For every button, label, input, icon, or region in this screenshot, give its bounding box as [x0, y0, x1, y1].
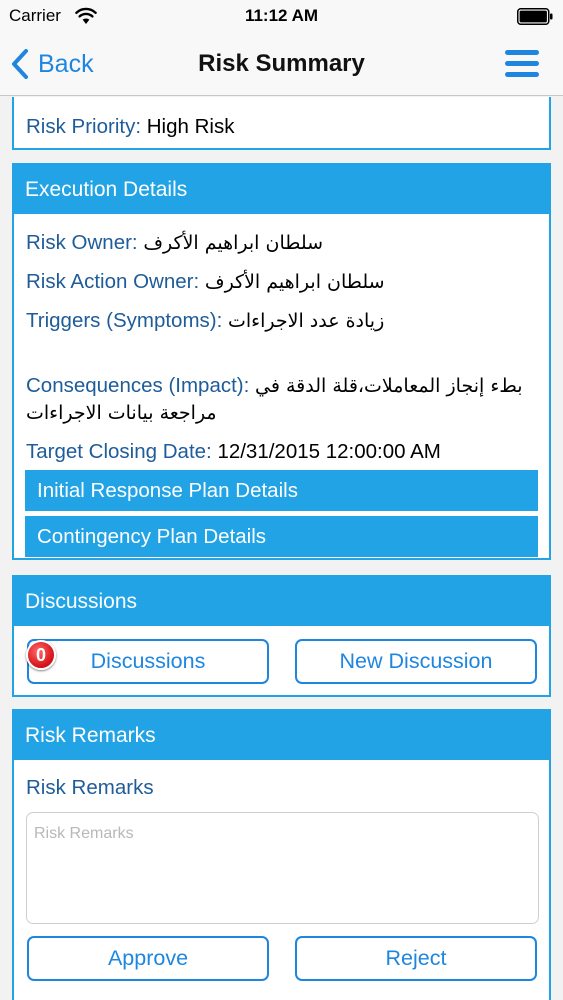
risk-remarks-header: Risk Remarks: [14, 711, 549, 760]
triggers-value: زيادة عدد الاجراءات: [228, 310, 385, 332]
triggers-label: Triggers (Symptoms):: [26, 309, 223, 332]
consequences-value-line2: مراجعة بيانات الاجراءات: [26, 402, 217, 424]
target-closing-date-value: 12/31/2015 12:00:00 AM: [217, 440, 441, 463]
risk-owner-label: Risk Owner:: [26, 231, 138, 254]
risk-info-card: Risk Priority: High Risk: [12, 97, 551, 150]
status-time: 11:12 AM: [244, 6, 319, 25]
target-closing-date-field: Target Closing Date: 12/31/2015 12:00:00…: [26, 440, 441, 464]
discussions-card: Discussions Discussions New Discussion: [12, 575, 551, 697]
consequences-label: Consequences (Impact):: [26, 374, 250, 397]
discussions-header: Discussions: [14, 577, 549, 626]
target-closing-date-label: Target Closing Date:: [26, 440, 212, 463]
hamburger-menu-icon[interactable]: [505, 50, 539, 78]
initial-response-plan-button[interactable]: Initial Response Plan Details: [25, 470, 538, 511]
execution-details-header: Execution Details: [14, 165, 549, 214]
status-bar: Carrier 11:12 AM: [0, 0, 563, 32]
discussions-button[interactable]: Discussions: [27, 639, 269, 684]
new-discussion-button[interactable]: New Discussion: [295, 639, 537, 684]
risk-action-owner-value: سلطان ابراهيم الأكرف: [204, 271, 385, 293]
battery-icon: [517, 8, 553, 25]
consequences-field: Consequences (Impact): بطء إنجاز المعامل…: [26, 374, 523, 398]
approve-button[interactable]: Approve: [27, 936, 269, 981]
risk-remarks-label: Risk Remarks: [26, 776, 154, 799]
risk-priority-field: Risk Priority: High Risk: [26, 115, 234, 139]
risk-priority-label: Risk Priority:: [26, 115, 142, 138]
risk-remarks-input[interactable]: [26, 812, 539, 924]
risk-priority-value: High Risk: [146, 115, 235, 138]
execution-details-card: Execution Details Risk Owner: سلطان ابرا…: [12, 163, 551, 560]
reject-button[interactable]: Reject: [295, 936, 537, 981]
triggers-field: Triggers (Symptoms): زيادة عدد الاجراءات: [26, 309, 384, 333]
consequences-value-line1: بطء إنجاز المعاملات،قلة الدقة في: [255, 375, 523, 397]
page-title: Risk Summary: [198, 50, 365, 77]
risk-owner-value: سلطان ابراهيم الأكرف: [143, 232, 324, 254]
risk-action-owner-label: Risk Action Owner:: [26, 270, 200, 293]
content-scroll-area[interactable]: Risk Priority: High Risk Execution Detai…: [0, 97, 563, 1000]
contingency-plan-button[interactable]: Contingency Plan Details: [25, 516, 538, 557]
navigation-bar: Back Risk Summary: [0, 32, 563, 96]
risk-owner-field: Risk Owner: سلطان ابراهيم الأكرف: [26, 231, 323, 255]
risk-remarks-card: Risk Remarks Risk Remarks Approve Reject: [12, 709, 551, 1000]
discussions-count-badge: 0: [26, 640, 56, 670]
risk-action-owner-field: Risk Action Owner: سلطان ابراهيم الأكرف: [26, 270, 385, 294]
